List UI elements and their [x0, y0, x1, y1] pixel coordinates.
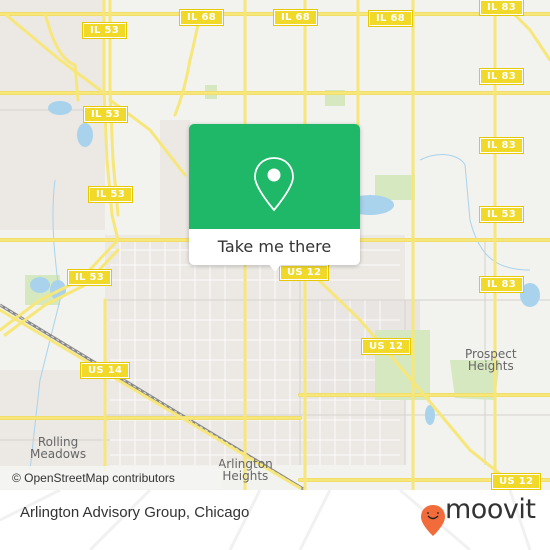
map-view[interactable]: IL 53 IL 68 IL 68 IL 68 IL 83 IL 53 IL 8… [0, 0, 550, 490]
road-shield: US 12 [278, 264, 330, 281]
road-shield: US 14 [79, 362, 131, 379]
map-pin-icon [254, 157, 294, 212]
road-shield: US 12 [490, 473, 542, 490]
road-shield: IL 53 [82, 22, 127, 39]
road-shield: IL 83 [479, 276, 524, 293]
location-title: Arlington Advisory Group, Chicago [20, 504, 250, 521]
moovit-wordmark: moovit [445, 494, 536, 525]
road-shield: IL 68 [368, 10, 413, 27]
urban-area [160, 120, 190, 240]
popup-pointer [267, 262, 283, 272]
place-label-rolling-meadows: Rolling Meadows [30, 435, 87, 461]
road-shield: IL 53 [479, 206, 524, 223]
take-me-there-button[interactable]: Take me there [189, 229, 360, 265]
lake [48, 101, 72, 115]
moovit-logo-icon [421, 505, 445, 536]
road-shield: US 12 [360, 338, 412, 355]
location-popup[interactable]: Take me there [189, 124, 360, 272]
road-shield: IL 68 [273, 9, 318, 26]
road-shield: IL 83 [479, 68, 524, 85]
place-label-prospect-heights: Prospect Heights [465, 347, 517, 373]
road-shield: IL 83 [479, 137, 524, 154]
popup-header[interactable] [189, 124, 360, 229]
road-shield: IL 53 [67, 269, 112, 286]
road-shield: IL 83 [479, 0, 524, 16]
map-attribution[interactable]: © OpenStreetMap contributors [0, 466, 222, 489]
road-shield: IL 53 [88, 186, 133, 203]
place-label-arlington-heights: Arlington Heights [218, 457, 273, 483]
lake [77, 123, 93, 147]
lake [30, 277, 50, 293]
lake [520, 283, 540, 307]
road-shield: IL 68 [179, 9, 224, 26]
footer-bar: Arlington Advisory Group, Chicago moovit [0, 490, 550, 550]
road-shield: IL 53 [83, 106, 128, 123]
